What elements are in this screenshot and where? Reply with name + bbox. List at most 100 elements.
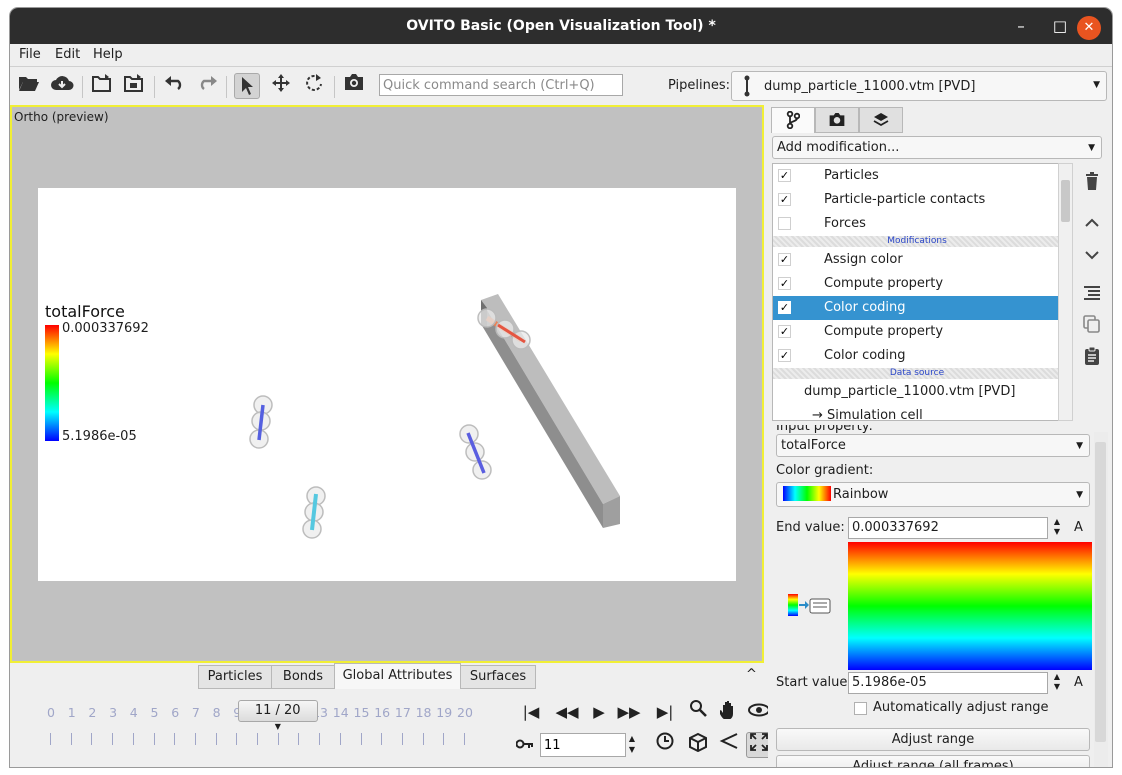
scrollbar-thumb[interactable] [1095,442,1106,742]
step-back-icon[interactable]: ◀◀ [554,699,580,725]
export-icon[interactable] [89,73,115,99]
enable-checkbox[interactable]: ✓ [778,277,791,290]
modifier-color-coding-selected[interactable]: ✓ Color coding [773,296,1059,320]
jump-to-end-icon[interactable]: ▶| [652,699,678,725]
spin-up-icon[interactable]: ▲ [1054,517,1060,526]
pipeline-list-scrollbar[interactable] [1058,163,1073,421]
visibility-checkbox[interactable] [778,217,791,230]
pan-icon[interactable] [716,699,742,725]
spin-down-icon[interactable]: ▼ [629,745,635,754]
zoom-icon[interactable] [685,699,711,725]
timeline-frame-20: 20 [457,705,473,720]
modifier-compute-property[interactable]: ✓ Compute property [773,272,1059,296]
timeline-tick [132,733,134,745]
pipeline-selector[interactable]: dump_particle_11000.vtm [PVD] ▼ [731,71,1107,101]
spin-up-icon[interactable]: ▲ [629,734,635,743]
redo-icon[interactable] [194,73,220,99]
tab-render[interactable] [815,107,859,133]
rotate-icon[interactable] [301,73,327,99]
simulation-cell-item[interactable]: → Simulation cell [773,404,1059,420]
zoom-scene-icon[interactable] [685,732,711,758]
modifier-compute-property[interactable]: ✓ Compute property [773,320,1059,344]
add-modification-dropdown[interactable]: Add modification... ▼ [772,136,1102,159]
clipboard-icon[interactable] [1080,346,1104,371]
group-icon[interactable] [1080,283,1104,307]
adjust-range-all-frames-button[interactable]: Adjust range (all frames) [776,755,1090,767]
modifier-color-coding[interactable]: ✓ Color coding [773,344,1059,368]
undo-icon[interactable] [162,73,188,99]
section-modifications: Modifications [773,236,1059,247]
timeline-frame-17: 17 [394,705,411,720]
viewport-caption[interactable]: Ortho (preview) [14,110,109,124]
move-up-icon[interactable] [1080,211,1104,235]
move-down-icon[interactable] [1080,243,1104,267]
scrollbar-thumb[interactable] [1061,180,1070,222]
animation-timeline[interactable]: 01234567891011121314151617181920 11 / 20… [10,691,512,767]
tab-pipeline[interactable] [771,107,815,133]
key-icon[interactable] [512,732,538,758]
reverse-gradient-icon[interactable] [788,593,834,617]
data-source-item[interactable]: dump_particle_11000.vtm [PVD] [773,380,1059,404]
list-item-label: Color coding [824,300,906,315]
frame-number-input[interactable] [540,733,626,757]
fov-icon[interactable] [716,732,742,758]
tab-bonds[interactable]: Bonds [271,665,335,689]
tab-overlays[interactable] [859,107,903,133]
timeline-frame-14: 14 [332,705,349,720]
frame-spinner[interactable]: ▲ ▼ [625,733,639,757]
pipeline-item-particles[interactable]: ✓ Particles [773,164,1059,188]
step-forward-icon[interactable]: ▶▶ [616,699,642,725]
spin-down-icon[interactable]: ▼ [1054,682,1060,691]
camera-icon[interactable] [341,73,367,99]
close-button[interactable]: ✕ [1071,8,1107,44]
modifier-assign-color[interactable]: ✓ Assign color [773,248,1059,272]
timeline-tick [174,733,176,745]
enable-checkbox[interactable]: ✓ [778,301,791,314]
adjust-range-button[interactable]: Adjust range [776,728,1090,751]
select-mode-icon[interactable] [234,73,260,99]
export-animation-icon[interactable] [121,73,147,99]
chevron-up-icon[interactable]: ^ [746,667,757,682]
timeline-frame-19: 19 [436,705,453,720]
time-slider[interactable]: 11 / 20 [237,700,318,722]
quick-command-search-input[interactable] [379,74,623,96]
timeline-tick [153,733,155,745]
spin-down-icon[interactable]: ▼ [1054,527,1060,536]
play-icon[interactable]: ▶ [586,699,612,725]
viewport-ortho[interactable]: Ortho (preview) totalForce 0.000337692 5… [10,105,764,663]
enable-checkbox[interactable]: ✓ [778,349,791,362]
copy-icon[interactable] [1080,315,1104,339]
enable-checkbox[interactable]: ✓ [778,253,791,266]
delete-icon[interactable] [1080,172,1104,196]
tab-particles[interactable]: Particles [198,665,272,689]
list-item-label: Forces [824,216,866,231]
start-value-input[interactable]: 5.1986e-05 [848,672,1048,694]
clock-icon[interactable] [652,732,678,758]
open-folder-icon[interactable] [16,73,42,99]
visibility-checkbox[interactable]: ✓ [778,169,791,182]
auto-adjust-checkbox[interactable] [854,702,867,715]
menu-help[interactable]: Help [93,47,123,62]
tab-global-attributes[interactable]: Global Attributes [334,663,461,689]
enable-checkbox[interactable]: ✓ [778,325,791,338]
minimize-button[interactable]: – [1003,8,1039,44]
menu-edit[interactable]: Edit [55,47,80,62]
pipeline-icon [742,75,752,102]
move-icon[interactable] [268,73,294,99]
start-value-spinner[interactable]: ▲ ▼ [1050,672,1064,694]
cloud-download-icon[interactable] [49,73,75,99]
visibility-checkbox[interactable]: ✓ [778,193,791,206]
color-gradient-dropdown[interactable]: Rainbow ▼ [776,482,1090,507]
menu-file[interactable]: File [19,47,41,62]
spin-up-icon[interactable]: ▲ [1054,672,1060,681]
end-value-input[interactable]: 0.000337692 [848,517,1048,539]
input-property-dropdown[interactable]: totalForce ▼ [776,434,1090,457]
jump-to-start-icon[interactable]: |◀ [518,699,544,725]
timeline-tick [319,733,321,745]
pipeline-item-forces[interactable]: Forces [773,212,1059,236]
pipeline-item-contacts[interactable]: ✓ Particle-particle contacts [773,188,1059,212]
end-value-spinner[interactable]: ▲ ▼ [1050,517,1064,539]
tab-surfaces[interactable]: Surfaces [460,665,536,689]
rainbow-gradient-swatch [783,486,831,501]
properties-scrollbar[interactable] [1094,432,1108,767]
